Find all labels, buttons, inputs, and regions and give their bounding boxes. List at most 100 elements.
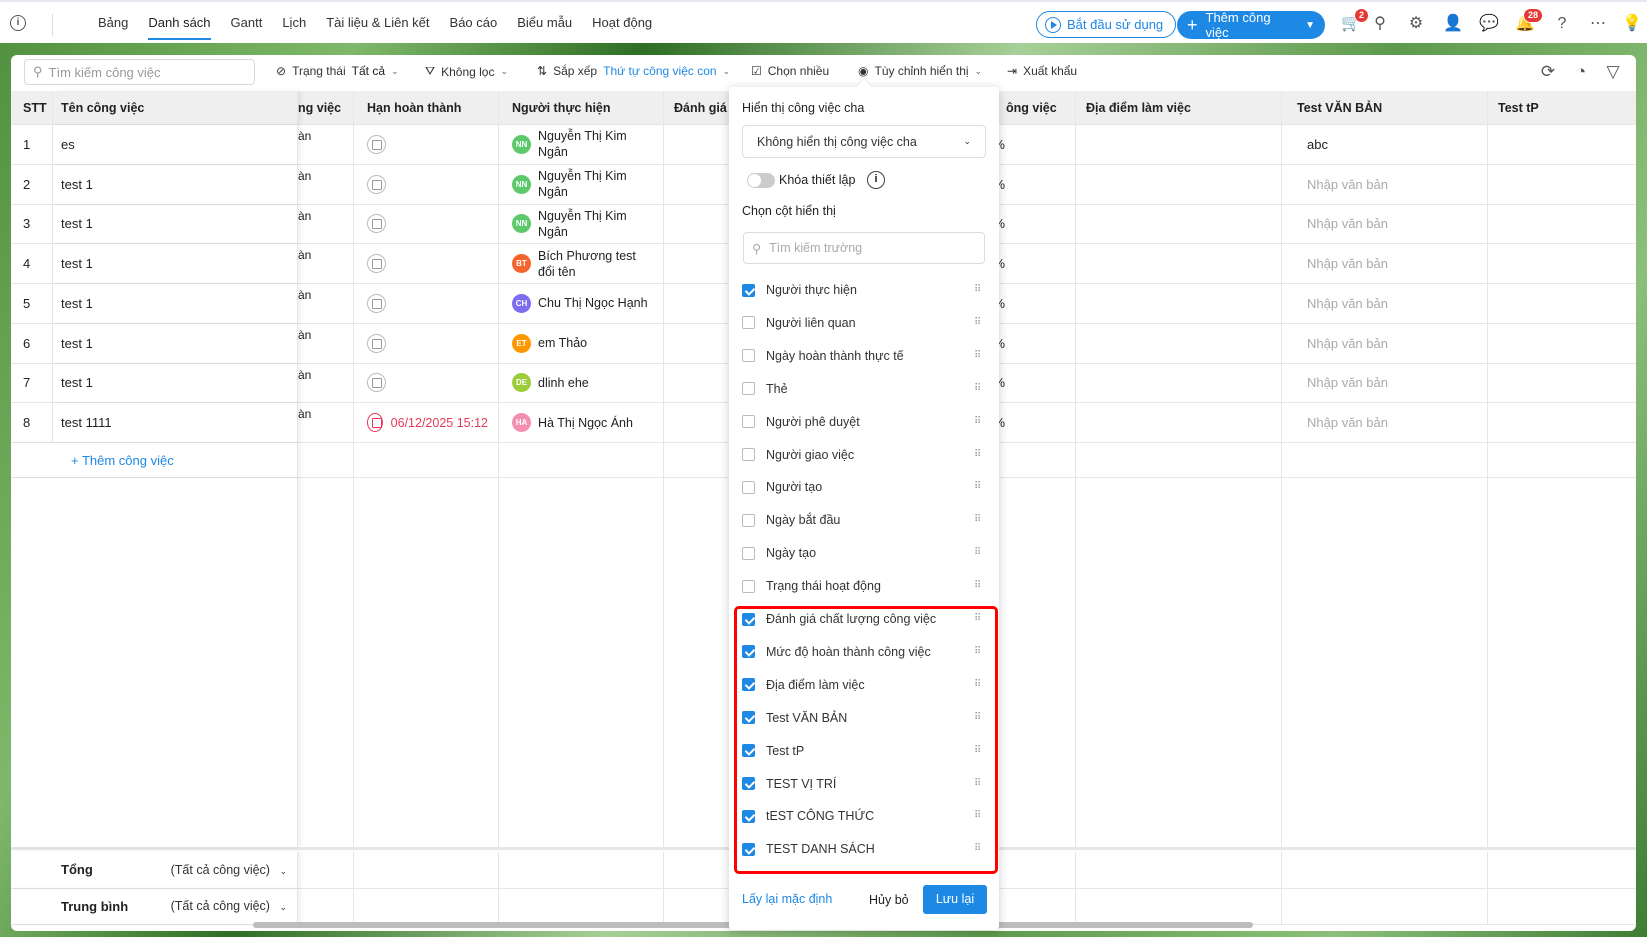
col-tp[interactable]: Test tP — [1488, 91, 1636, 124]
location-cell[interactable] — [1076, 164, 1282, 204]
column-checkbox[interactable] — [742, 480, 755, 494]
bell-icon[interactable]: 🔔 28 — [1515, 8, 1543, 34]
tp-cell[interactable] — [1488, 244, 1636, 283]
col-location[interactable]: Địa điểm làm việc — [1076, 91, 1282, 124]
summary-scope-dropdown[interactable]: (Tất cả công việc) ⌄ — [171, 899, 287, 913]
drag-handle-icon[interactable]: ⠿ — [974, 416, 982, 426]
drag-handle-icon[interactable]: ⠿ — [974, 285, 982, 295]
assignee-cell[interactable]: NN Nguyễn Thị Kim Ngân — [499, 125, 664, 164]
column-checkbox[interactable] — [742, 316, 755, 330]
tp-cell[interactable] — [1488, 284, 1636, 323]
column-option[interactable]: Người giao việc ⠿ — [742, 444, 982, 466]
chat-icon[interactable]: 💬 — [1479, 14, 1499, 34]
add-user-icon[interactable]: 👤 — [1443, 14, 1463, 34]
task-name[interactable]: test 1111 — [53, 403, 298, 442]
column-option[interactable]: Người liên quan ⠿ — [742, 312, 982, 334]
drag-handle-icon[interactable]: ⠿ — [974, 482, 982, 492]
task-name[interactable]: test 1 — [53, 244, 298, 283]
get-started-button[interactable]: Bắt đầu sử dụng — [1036, 11, 1177, 38]
info-icon[interactable]: i — [10, 15, 26, 31]
calendar-icon[interactable] — [367, 373, 386, 393]
tp-cell[interactable] — [1488, 364, 1636, 403]
deadline-cell[interactable] — [354, 125, 499, 164]
column-checkbox[interactable] — [742, 448, 755, 461]
save-button[interactable]: Lưu lại — [923, 885, 987, 914]
text-cell[interactable]: Nhập văn bản — [1282, 363, 1488, 403]
location-cell[interactable] — [1076, 284, 1282, 323]
multi-select-button[interactable]: ☑ Chọn nhiều — [751, 64, 829, 78]
assignee-cell[interactable]: NN Nguyễn Thị Kim Ngân — [499, 204, 664, 244]
location-cell[interactable] — [1076, 125, 1282, 164]
pie-chart-icon[interactable]: ◔ — [1571, 62, 1591, 82]
deadline-cell[interactable]: 06/12/2025 15:12 — [354, 403, 499, 442]
column-checkbox[interactable] — [742, 513, 755, 527]
deadline-date[interactable]: 06/12/2025 15:12 — [391, 416, 488, 430]
chevron-down-icon[interactable]: ▼ — [1305, 20, 1315, 31]
export-button[interactable]: ⇥ Xuất khẩu — [1007, 64, 1077, 78]
col-text[interactable]: Test VĂN BẢN — [1282, 91, 1488, 124]
column-checkbox[interactable] — [742, 579, 755, 593]
assignee-cell[interactable]: ET em Thảo — [499, 323, 664, 363]
location-cell[interactable] — [1076, 403, 1282, 442]
calendar-icon[interactable] — [367, 413, 383, 433]
column-checkbox[interactable] — [742, 546, 755, 560]
calendar-icon[interactable] — [367, 254, 386, 274]
assignee-cell[interactable]: CH Chu Thị Ngọc Hạnh — [499, 284, 664, 323]
filter-dropdown[interactable]: ⛛ Không lọc ⌄ — [425, 64, 508, 79]
cart-icon[interactable]: 🛒 2 — [1341, 8, 1369, 34]
task-search-input[interactable]: ⚲ Tìm kiếm công việc — [24, 59, 255, 85]
assignee-cell[interactable]: HA Hà Thị Ngọc Ánh — [499, 403, 664, 442]
deadline-cell[interactable] — [354, 244, 499, 283]
text-cell[interactable]: Nhập văn bản — [1282, 403, 1488, 442]
drag-handle-icon[interactable]: ⠿ — [974, 317, 982, 327]
tab-6[interactable]: Biểu mẫu — [507, 2, 582, 43]
tp-cell[interactable] — [1488, 205, 1636, 244]
location-cell[interactable] — [1076, 244, 1282, 283]
text-cell[interactable]: Nhập văn bản — [1282, 284, 1488, 323]
sort-dropdown[interactable]: ⇅ Sắp xếp Thứ tự công việc con ⌄ — [537, 64, 730, 78]
tp-cell[interactable] — [1488, 165, 1636, 204]
assignee-cell[interactable]: DE dlinh ehe — [499, 363, 664, 403]
column-checkbox[interactable] — [742, 283, 755, 297]
help-icon[interactable]: ? — [1552, 14, 1572, 34]
tp-cell[interactable] — [1488, 403, 1636, 442]
drag-handle-icon[interactable]: ⠿ — [974, 449, 982, 459]
column-option[interactable]: Người thực hiện ⠿ — [742, 279, 982, 301]
column-checkbox[interactable] — [742, 382, 755, 396]
gear-icon[interactable]: ⚙ — [1406, 14, 1426, 34]
column-option[interactable]: Ngày hoàn thành thực tế ⠿ — [742, 345, 982, 367]
col-name[interactable]: Tên công việc — [53, 91, 298, 124]
add-task-button[interactable]: + Thêm công việc ▼ — [1177, 10, 1325, 40]
tp-cell[interactable] — [1488, 125, 1636, 164]
customize-display-button[interactable]: ◉ Tùy chỉnh hiển thị ⌄ — [858, 64, 982, 78]
summary-scope-dropdown[interactable]: (Tất cả công việc) ⌄ — [171, 863, 287, 877]
column-checkbox[interactable] — [742, 349, 755, 363]
text-cell[interactable]: Nhập văn bản — [1282, 164, 1488, 204]
parent-task-select[interactable]: Không hiển thị công việc cha ⌄ — [742, 125, 986, 158]
deadline-cell[interactable] — [354, 323, 499, 363]
add-task-link[interactable]: + Thêm công việc — [21, 453, 174, 468]
deadline-cell[interactable] — [354, 284, 499, 323]
tab-5[interactable]: Báo cáo — [440, 2, 508, 43]
column-option[interactable]: Người tạo ⠿ — [742, 476, 982, 498]
deadline-cell[interactable] — [354, 164, 499, 204]
calendar-icon[interactable] — [367, 134, 386, 154]
calendar-icon[interactable] — [367, 293, 386, 313]
task-name[interactable]: test 1 — [53, 363, 298, 403]
text-cell[interactable]: Nhập văn bản — [1282, 323, 1488, 363]
task-name[interactable]: es — [53, 125, 298, 164]
text-cell[interactable]: Nhập văn bản — [1282, 204, 1488, 244]
col-assignee[interactable]: Người thực hiện — [499, 91, 664, 124]
filter-icon[interactable]: ▽ — [1603, 62, 1623, 82]
task-name[interactable]: test 1 — [53, 164, 298, 204]
calendar-icon[interactable] — [367, 214, 386, 234]
col-deadline[interactable]: Hạn hoàn thành — [354, 91, 499, 124]
col-partial[interactable]: ng việc — [298, 91, 354, 124]
column-option[interactable]: Thẻ ⠿ — [742, 378, 982, 400]
status-filter[interactable]: ⊘ Trạng thái Tất cả ⌄ — [276, 64, 399, 78]
calendar-icon[interactable] — [367, 333, 386, 353]
lightbulb-icon[interactable]: 💡 — [1622, 14, 1642, 34]
tab-4[interactable]: Tài liệu & Liên kết — [316, 2, 439, 43]
col-stt[interactable]: STT — [11, 91, 53, 124]
more-icon[interactable]: ⋯ — [1588, 14, 1608, 34]
